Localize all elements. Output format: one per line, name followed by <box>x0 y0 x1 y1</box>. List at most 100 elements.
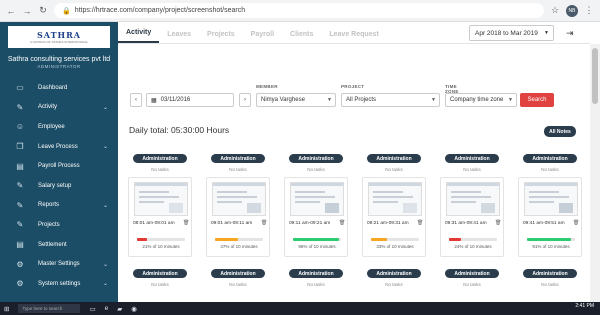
screenshot-card[interactable]: 09:11 am-09:21 am 🗑 96% of 10 minutes <box>284 177 348 257</box>
daily-total: Daily total: 05:30:00 Hours <box>129 125 230 135</box>
tab-payroll[interactable]: Payroll <box>243 31 282 43</box>
sidebar-item-dashboard[interactable]: ▭ Dashboard <box>0 78 118 98</box>
date-range-select[interactable]: Apr 2018 to Mar 2019 ▼ <box>469 25 554 41</box>
pencil-icon: ✎ <box>16 102 24 112</box>
no-tasks-label: No tasks <box>151 167 169 172</box>
no-tasks-label: No tasks <box>541 167 559 172</box>
trash-icon[interactable]: 🗑 <box>495 220 501 226</box>
chevron-down-icon: ▼ <box>544 30 549 36</box>
company-name: Sathra consulting services pvt ltd <box>7 56 111 63</box>
trash-icon[interactable]: 🗑 <box>339 220 345 226</box>
activity-progress-bar <box>371 238 419 241</box>
project-badge: Administration <box>133 154 187 163</box>
chevron-down-icon: ⌄ <box>102 144 108 151</box>
sidebar-item-reports[interactable]: ✎ Reports ⌄ <box>0 196 118 216</box>
activity-progress-fill <box>293 238 340 241</box>
logo-subtitle: A DIVISION OF SATHRA INTERNATIONAL <box>29 40 89 44</box>
screenshot-card[interactable]: 09:01 am-09:11 am 🗑 47% of 10 minutes <box>206 177 270 257</box>
project-badge: Administration <box>289 154 343 163</box>
forward-icon[interactable]: → <box>22 6 32 16</box>
sidebar-item-label: Dashboard <box>38 84 68 91</box>
no-tasks-label: No tasks <box>463 167 481 172</box>
chevron-down-icon: ⌄ <box>102 202 108 209</box>
prev-date-button[interactable]: ‹ <box>130 93 142 107</box>
activity-progress-fill <box>371 238 387 241</box>
scrollbar[interactable] <box>590 44 600 302</box>
date-input[interactable]: ▦ 03/11/2016 <box>146 93 234 107</box>
project-badge: Administration <box>523 154 577 163</box>
search-button[interactable]: Search <box>520 93 554 107</box>
next-date-button[interactable]: › <box>239 93 251 107</box>
sidebar: SATHRA A DIVISION OF SATHRA INTERNATIONA… <box>0 22 118 302</box>
member-label: MEMBER <box>256 84 278 89</box>
sidebar-item-label: Payroll Process <box>38 163 80 170</box>
project-badge: Administration <box>211 154 265 163</box>
address-bar[interactable]: 🔒 https://hrtrace.com/company/project/sc… <box>54 3 544 18</box>
chevron-down-icon: ▼ <box>431 97 436 103</box>
trash-icon[interactable]: 🗑 <box>573 220 579 226</box>
activity-percent: 91% of 10 minutes <box>532 244 570 249</box>
sidebar-item-projects[interactable]: ✎ Projects <box>0 215 118 235</box>
all-notes-button[interactable]: All Notes <box>544 126 576 137</box>
reload-icon[interactable]: ↻ <box>38 5 48 16</box>
activity-progress-fill <box>449 238 461 241</box>
logout-icon[interactable]: ⇥ <box>566 28 574 39</box>
tab-leave-request[interactable]: Leave Request <box>321 31 386 43</box>
trash-icon[interactable]: 🗑 <box>183 220 189 226</box>
screenshot-thumbnail[interactable] <box>212 182 266 216</box>
screenshot-thumbnail[interactable] <box>290 182 344 216</box>
browser-toolbar: ← → ↻ 🔒 https://hrtrace.com/company/proj… <box>0 0 600 22</box>
project-select[interactable]: All Projects ▼ <box>341 93 440 107</box>
sidebar-item-settlement[interactable]: ▤ Settlement <box>0 235 118 255</box>
screenshot-thumbnail[interactable] <box>368 182 422 216</box>
sidebar-item-master-settings[interactable]: ⚙ Master Settings ⌄ <box>0 254 118 274</box>
project-badge: Administration <box>445 269 499 278</box>
trash-icon[interactable]: 🗑 <box>261 220 267 226</box>
trash-icon[interactable]: 🗑 <box>417 220 423 226</box>
kebab-menu-icon[interactable]: ⋮ <box>584 5 594 16</box>
sidebar-item-payroll-process[interactable]: ▤ Payroll Process <box>0 156 118 176</box>
activity-progress-bar <box>215 238 263 241</box>
chrome-icon[interactable]: ◉ <box>131 305 137 313</box>
sidebar-menu: ▭ Dashboard ✎ Activity ⌄ ☺ Employee ❐ Leave Proc… <box>0 78 118 294</box>
scrollbar-thumb[interactable] <box>592 48 598 104</box>
star-icon[interactable]: ☆ <box>550 5 560 16</box>
screenshot-thumbnail[interactable] <box>134 182 188 216</box>
project-badge: Administration <box>211 269 265 278</box>
edge-icon[interactable]: e <box>105 305 109 312</box>
member-select[interactable]: Nimya Varghese ▼ <box>256 93 336 107</box>
screenshot-thumbnail[interactable] <box>446 182 500 216</box>
avatar[interactable]: NB <box>566 4 578 17</box>
project-badge: Administration <box>367 269 421 278</box>
activity-percent: 47% of 10 minutes <box>220 244 258 249</box>
activity-progress-bar <box>449 238 497 241</box>
sidebar-item-leave-process[interactable]: ❐ Leave Process ⌄ <box>0 137 118 157</box>
clock-time: 2:41 PM <box>575 303 594 309</box>
task-view-icon[interactable]: ▭ <box>89 305 95 313</box>
sidebar-item-activity[interactable]: ✎ Activity ⌄ <box>0 98 118 118</box>
windows-start-icon[interactable]: ⊞ <box>4 305 9 313</box>
tab-clients[interactable]: Clients <box>282 31 321 43</box>
screenshot-card[interactable]: 09:41 am-09:51 am 🗑 91% of 10 minutes <box>518 177 582 257</box>
sidebar-item-employee[interactable]: ☺ Employee <box>0 117 118 137</box>
sidebar-item-label: System settings <box>38 280 81 287</box>
url-text: https://hrtrace.com/company/project/scre… <box>74 7 246 14</box>
screenshot-card[interactable]: 09:21 am-09:31 am 🗑 33% of 10 minutes <box>362 177 426 257</box>
screenshot-card[interactable]: 09:31 am-09:41 am 🗑 24% of 10 minutes <box>440 177 504 257</box>
sidebar-item-system-settings[interactable]: ⚙ System settings ⌄ <box>0 274 118 294</box>
timezone-select[interactable]: Company time zone ▼ <box>445 93 517 107</box>
tab-leaves[interactable]: Leaves <box>159 31 199 43</box>
taskbar-search[interactable]: Type here to search <box>18 304 81 313</box>
back-icon[interactable]: ← <box>6 6 16 16</box>
activity-progress-fill <box>527 238 571 241</box>
activity-progress-fill <box>137 238 148 241</box>
tab-projects[interactable]: Projects <box>199 31 243 43</box>
user-role: ADMINISTRATOR <box>37 64 81 69</box>
folder-icon[interactable]: ▰ <box>117 305 122 313</box>
screenshot-card[interactable]: 08:01 am-09:01 am 🗑 21% of 10 minutes <box>128 177 192 257</box>
date-value: 03/11/2016 <box>160 97 191 103</box>
tab-activity[interactable]: Activity <box>118 29 160 43</box>
screenshot-thumbnail[interactable] <box>524 182 578 216</box>
project-badge: Administration <box>133 269 187 278</box>
sidebar-item-salary-setup[interactable]: ✎ Salary setup <box>0 176 118 196</box>
